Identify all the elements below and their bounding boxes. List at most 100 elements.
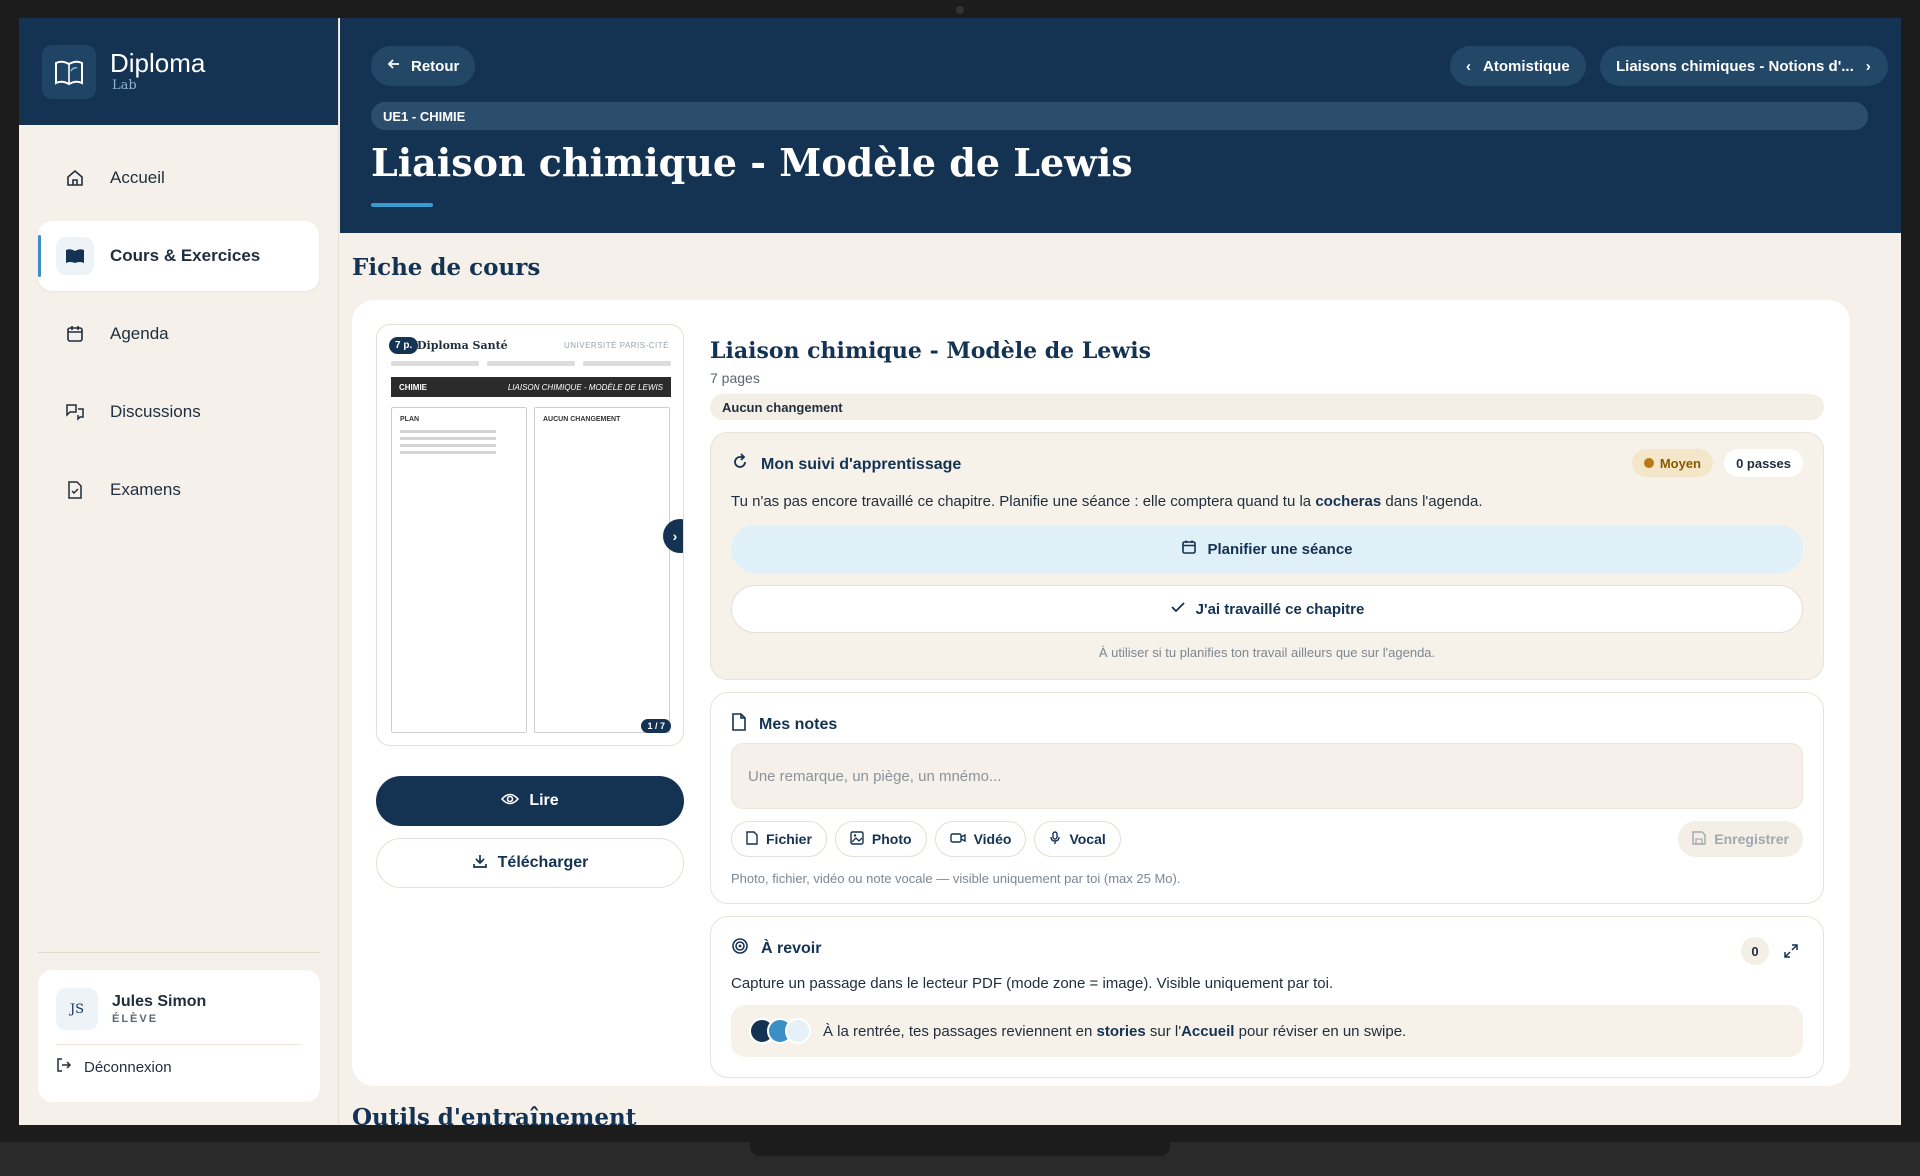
home-icon <box>64 167 86 189</box>
camera <box>956 6 964 14</box>
attach-voice-button[interactable]: Vocal <box>1034 821 1121 857</box>
sidebar-item-cours[interactable]: Cours & Exercices <box>38 221 319 291</box>
save-label: Enregistrer <box>1714 831 1789 847</box>
page-header: Retour ‹ Atomistique Liaisons chimiques … <box>340 18 1901 233</box>
tool-label: Photo <box>871 831 912 847</box>
main-nav: Accueil Cours & Exercices Agenda Discuss… <box>19 143 338 525</box>
level-label: Moyen <box>1659 455 1701 471</box>
sidebar-item-discussions[interactable]: Discussions <box>38 377 319 447</box>
tracking-message-bold: cocheras <box>1315 493 1382 510</box>
change-status: Aucun changement <box>710 394 1824 420</box>
panel-header: Mon suivi d'apprentissage <box>731 453 961 476</box>
arrow-left-icon <box>387 57 401 75</box>
divider <box>56 1044 302 1045</box>
stories-text-bold: stories <box>1096 1022 1146 1040</box>
preview-column-plan: PLAN <box>391 407 527 733</box>
read-button[interactable]: Lire <box>376 776 684 826</box>
course-pages: 7 pages <box>710 370 760 386</box>
eye-icon <box>501 792 520 811</box>
page-indicator: 1 / 7 <box>641 719 671 733</box>
brand[interactable]: Diploma Lab <box>19 18 338 125</box>
next-chapter-label: Liaisons chimiques - Notions d'... <box>1616 57 1854 75</box>
stories-icon <box>749 1018 811 1044</box>
next-chapter-button[interactable]: Liaisons chimiques - Notions d'... › <box>1600 46 1888 86</box>
logout-label: Déconnexion <box>84 1058 172 1076</box>
page-title: Liaison chimique - Modèle de Lewis <box>371 140 1133 185</box>
sidebar-item-label: Examens <box>110 480 181 499</box>
preview-university: UNIVERSITÉ PARIS-CITÉ <box>563 341 669 350</box>
review-stories-info: À la rentrée, tes passages reviennent en… <box>731 1005 1803 1057</box>
brand-name: Diploma <box>110 48 206 78</box>
sidebar-item-examens[interactable]: Examens <box>38 455 319 525</box>
tracking-message-part: Tu n'as pas encore travaillé ce chapitre… <box>731 493 1316 510</box>
sidebar-item-agenda[interactable]: Agenda <box>38 299 319 369</box>
schedule-session-button[interactable]: Planifier une séance <box>731 525 1803 573</box>
attachment-tools: Fichier Photo Vidéo Vocal <box>731 821 1121 857</box>
sidebar-item-accueil[interactable]: Accueil <box>38 143 319 213</box>
preview-column-title: AUCUN CHANGEMENT <box>543 416 621 423</box>
tool-label: Fichier <box>766 831 812 847</box>
calendar-icon <box>1181 539 1197 559</box>
expand-icon[interactable] <box>1779 939 1803 963</box>
stories-text: À la rentrée, tes passages reviennent en… <box>823 1023 1406 1040</box>
pdf-preview[interactable]: Diploma Santé 7 p. UNIVERSITÉ PARIS-CITÉ… <box>376 324 684 746</box>
calendar-icon <box>64 323 86 345</box>
sidebar-item-label: Discussions <box>110 402 201 421</box>
passes-badge: 0 passes <box>1724 449 1803 477</box>
preview-chapter: LIAISON CHIMIQUE - MODÈLE DE LEWIS <box>507 382 663 392</box>
attach-photo-button[interactable]: Photo <box>834 821 927 857</box>
user-role: ÉLÈVE <box>112 1013 159 1025</box>
avatar[interactable]: JS <box>56 988 98 1030</box>
sidebar-item-label: Agenda <box>110 324 169 343</box>
back-label: Retour <box>411 57 460 75</box>
level-badge: Moyen <box>1631 449 1713 477</box>
stories-text-part: À la rentrée, tes passages reviennent en <box>823 1022 1097 1040</box>
tool-label: Vidéo <box>973 831 1012 847</box>
title-underline <box>371 203 433 207</box>
schedule-session-label: Planifier une séance <box>1207 540 1353 558</box>
prev-chapter-label: Atomistique <box>1483 57 1570 75</box>
review-description: Capture un passage dans le lecteur PDF (… <box>731 975 1334 992</box>
mark-done-button[interactable]: J'ai travaillé ce chapitre <box>731 585 1803 633</box>
download-button[interactable]: Télécharger <box>376 838 684 888</box>
attach-video-button[interactable]: Vidéo <box>934 821 1027 857</box>
logo-icon <box>42 44 96 99</box>
image-icon <box>850 830 864 848</box>
preview-column-changes: AUCUN CHANGEMENT <box>534 407 670 733</box>
brand-sub: Lab <box>112 78 137 93</box>
divider <box>38 952 320 953</box>
prev-chapter-button[interactable]: ‹ Atomistique <box>1450 46 1586 86</box>
logout-button[interactable]: Déconnexion <box>56 1057 302 1077</box>
read-label: Lire <box>529 792 559 809</box>
stories-text-part: pour réviser en un swipe. <box>1234 1022 1407 1040</box>
stories-text-part: sur l' <box>1145 1022 1182 1040</box>
learning-tracking-panel: Mon suivi d'apprentissage Moyen 0 passes… <box>710 432 1824 680</box>
course-title: Liaison chimique - Modèle de Lewis <box>710 338 1151 364</box>
user-card: JS Jules Simon ÉLÈVE Déconnexion <box>38 970 320 1102</box>
download-icon <box>472 853 488 874</box>
microphone-icon <box>1049 830 1061 848</box>
chat-icon <box>64 401 86 423</box>
notes-panel: Mes notes Une remarque, un piège, un mné… <box>710 692 1824 904</box>
tracking-message: Tu n'as pas encore travaillé ce chapitre… <box>731 493 1482 510</box>
check-icon <box>1170 600 1186 618</box>
user-name: Jules Simon <box>112 993 207 1010</box>
preview-subject: CHIMIE <box>399 382 427 392</box>
tracking-hint: À utiliser si tu planifies ton travail a… <box>1098 645 1436 660</box>
review-panel: À revoir 0 Capture un passage dans le le… <box>710 916 1824 1078</box>
save-icon <box>1692 830 1706 848</box>
sidebar-item-label: Accueil <box>110 168 165 187</box>
back-button[interactable]: Retour <box>371 46 476 86</box>
book-icon <box>56 237 94 275</box>
app-screen: Diploma Lab Accueil Cours & Exercices Ag… <box>19 18 1901 1125</box>
stories-text-bold: Accueil <box>1181 1022 1235 1040</box>
chevron-left-icon: ‹ <box>1466 57 1471 75</box>
logout-icon <box>56 1057 72 1077</box>
sidebar-item-label: Cours & Exercices <box>110 246 261 265</box>
panel-header: À revoir <box>731 937 821 960</box>
save-button[interactable]: Enregistrer <box>1678 821 1803 857</box>
attach-file-button[interactable]: Fichier <box>731 821 827 857</box>
preview-lines <box>391 361 671 366</box>
note-input[interactable]: Une remarque, un piège, un mnémo... <box>731 743 1803 809</box>
panel-title: À revoir <box>761 939 822 957</box>
